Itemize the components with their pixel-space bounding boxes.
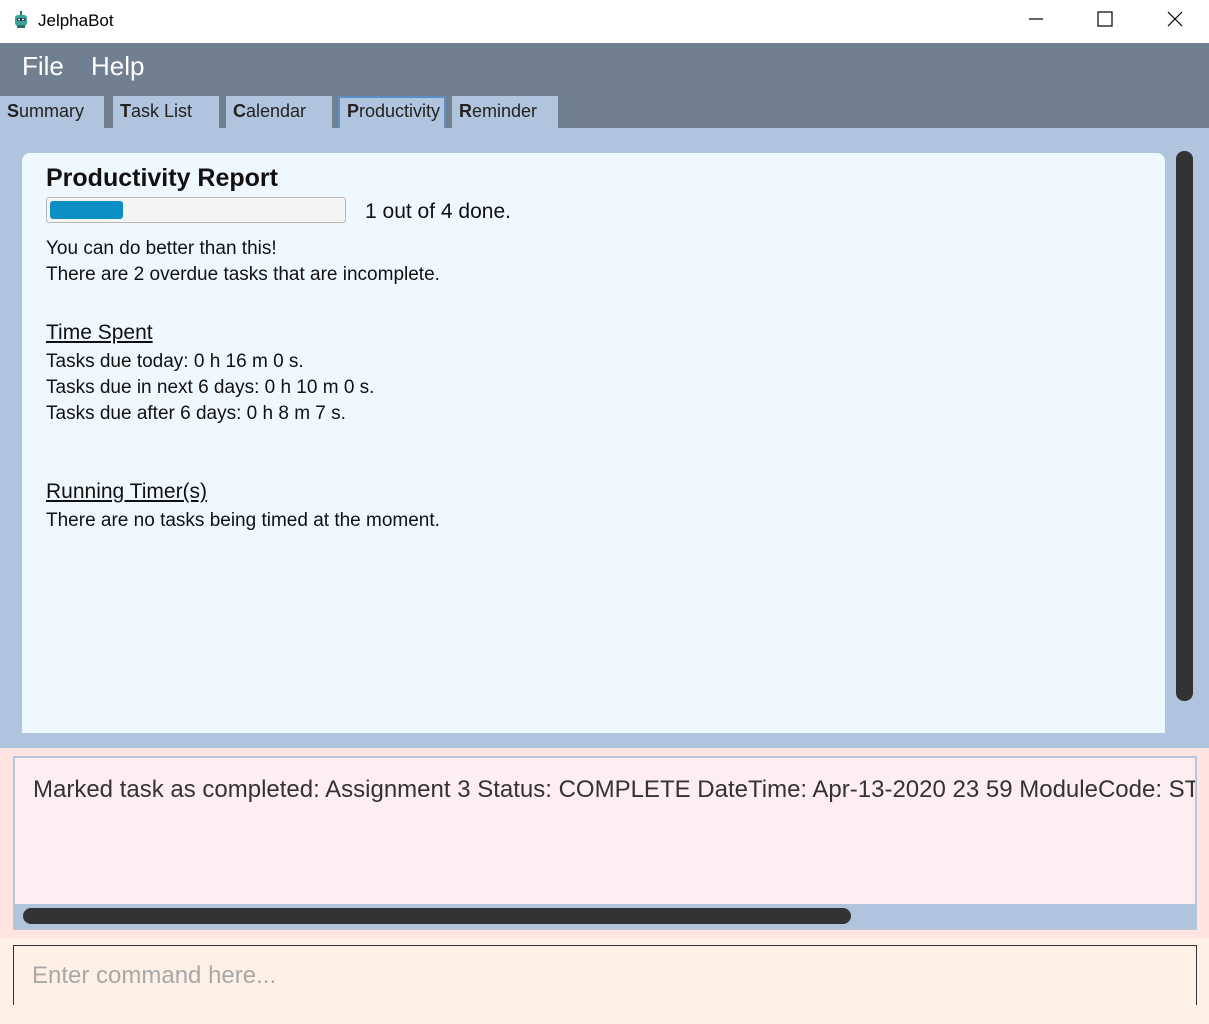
- close-button[interactable]: [1152, 0, 1198, 43]
- progress-bar-fill: [50, 201, 123, 219]
- command-input[interactable]: [13, 945, 1197, 1005]
- command-box-area: [0, 938, 1209, 1024]
- robot-icon: [11, 10, 31, 30]
- close-icon: [1167, 11, 1183, 32]
- productivity-panel: Productivity Report 1 out of 4 done. You…: [0, 128, 1209, 748]
- tab-label: ask List: [131, 101, 193, 121]
- maximize-button[interactable]: [1082, 0, 1128, 43]
- progress-bar: [46, 197, 346, 223]
- tab-label: ummary: [19, 101, 85, 121]
- tab-mnemonic: C: [233, 101, 246, 121]
- menu-bar: File Help: [0, 43, 1209, 89]
- menu-help[interactable]: Help: [91, 51, 144, 82]
- tab-reminder[interactable]: Reminder: [452, 96, 558, 128]
- tab-mnemonic: T: [120, 101, 131, 121]
- result-display[interactable]: Marked task as completed: Assignment 3 S…: [13, 756, 1197, 930]
- window-title: JelphaBot: [38, 11, 114, 30]
- time-spent-heading: Time Spent: [46, 321, 153, 344]
- time-due-after: Tasks due after 6 days: 0 h 8 m 7 s.: [46, 403, 346, 424]
- progress-text: 1 out of 4 done.: [365, 200, 511, 223]
- running-timers-text: There are no tasks being timed at the mo…: [46, 510, 440, 531]
- menu-file[interactable]: File: [22, 51, 64, 82]
- title-bar: JelphaBot: [0, 0, 1209, 43]
- tab-productivity[interactable]: Productivity: [338, 96, 446, 128]
- result-text: Marked task as completed: Assignment 3 S…: [33, 776, 1197, 803]
- tab-bar: Summary Task List Calendar Productivity …: [0, 89, 1209, 128]
- minimize-button[interactable]: [1013, 0, 1059, 43]
- vertical-scrollbar[interactable]: [1176, 151, 1193, 701]
- result-display-area: Marked task as completed: Assignment 3 S…: [0, 748, 1209, 938]
- running-timers-heading: Running Timer(s): [46, 480, 208, 503]
- time-due-next-days: Tasks due in next 6 days: 0 h 10 m 0 s.: [46, 377, 375, 398]
- tab-calendar[interactable]: Calendar: [226, 96, 332, 128]
- maximize-icon: [1097, 11, 1113, 32]
- tab-label: alendar: [246, 101, 307, 121]
- horizontal-scrollbar-thumb[interactable]: [23, 908, 851, 924]
- minimize-icon: [1028, 11, 1044, 32]
- tab-label: eminder: [472, 101, 538, 121]
- tab-mnemonic: P: [347, 101, 360, 121]
- tab-mnemonic: R: [459, 101, 472, 121]
- tab-mnemonic: S: [7, 101, 20, 121]
- encouragement-message: You can do better than this!: [46, 238, 277, 259]
- report-title: Productivity Report: [46, 164, 278, 192]
- overdue-message: There are 2 overdue tasks that are incom…: [46, 264, 440, 285]
- time-due-today: Tasks due today: 0 h 16 m 0 s.: [46, 351, 304, 372]
- tab-task-list[interactable]: Task List: [113, 96, 219, 128]
- productivity-report-card: Productivity Report 1 out of 4 done. You…: [22, 153, 1165, 733]
- horizontal-scrollbar[interactable]: [15, 904, 1195, 928]
- tab-summary[interactable]: Summary: [0, 96, 104, 128]
- tab-label: roductivity: [359, 101, 441, 121]
